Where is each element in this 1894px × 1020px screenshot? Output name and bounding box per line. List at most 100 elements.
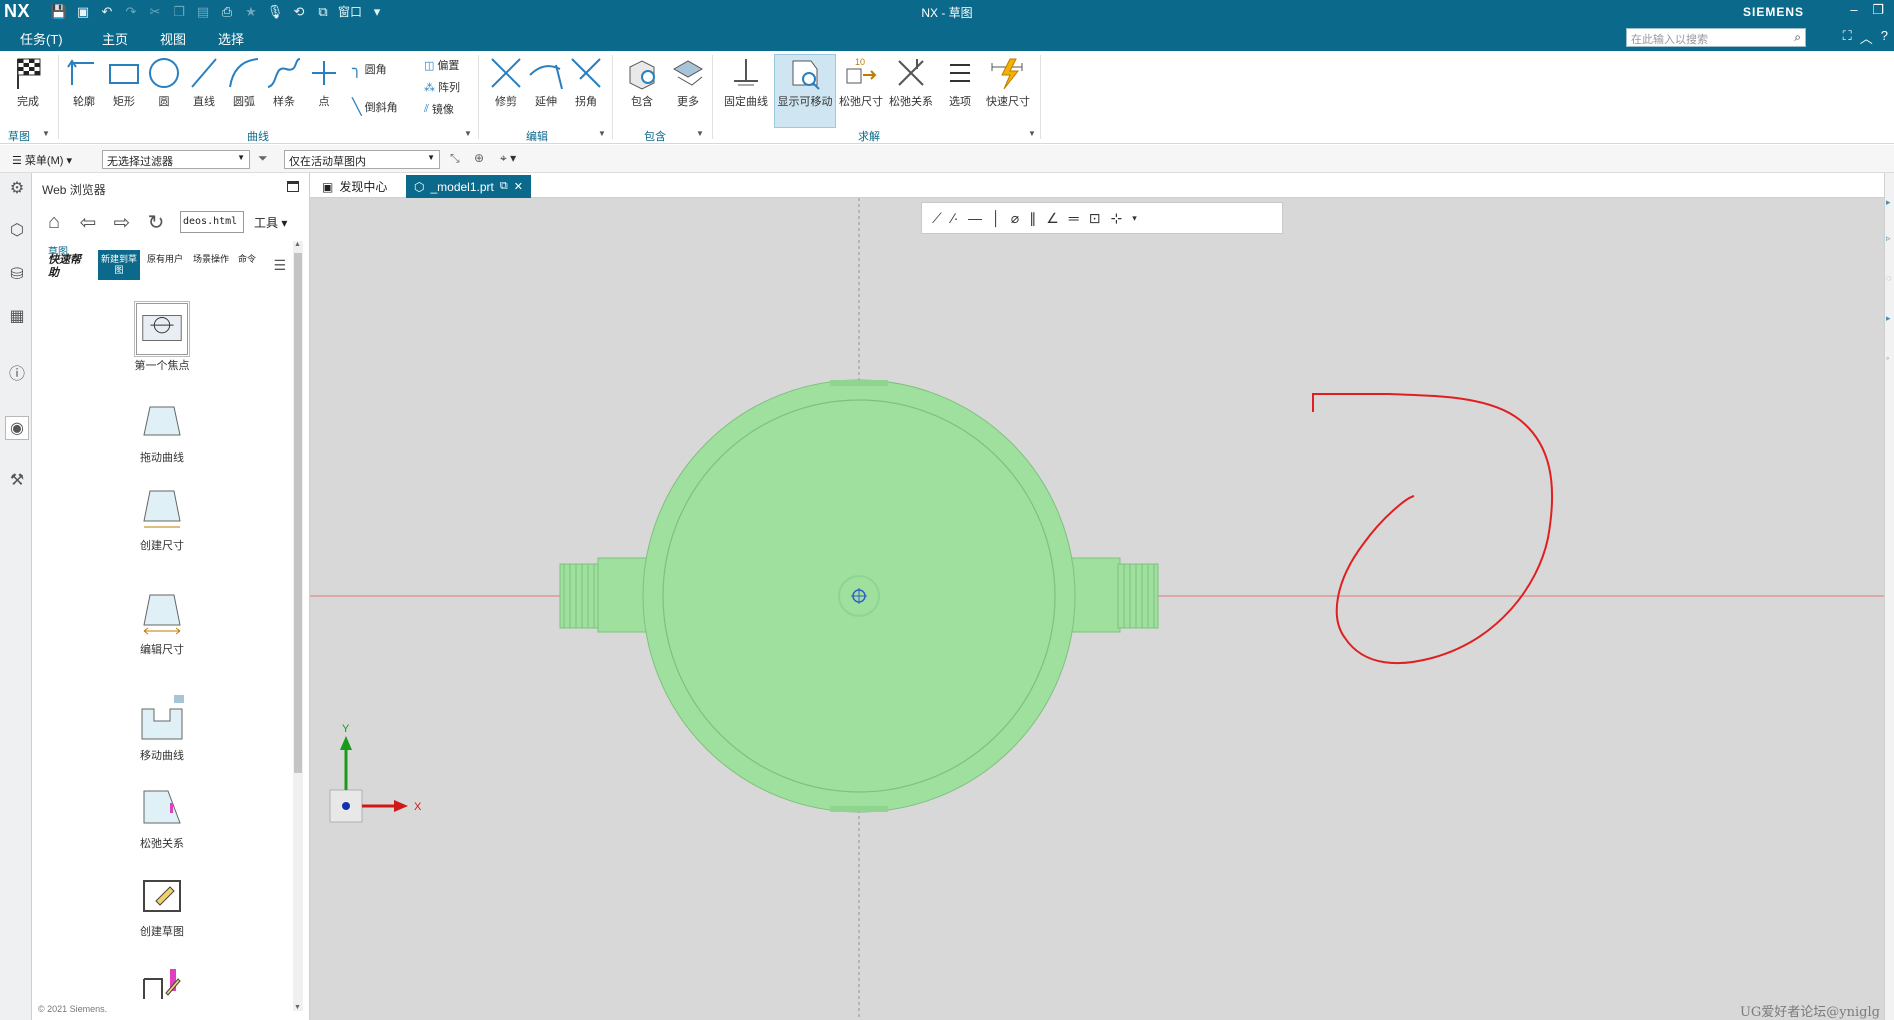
chip-existing-users[interactable]: 原有用户 bbox=[144, 250, 186, 280]
help-item-create-sketch[interactable]: 创建草图 bbox=[122, 869, 202, 939]
chip-new-to-sketch[interactable]: 新建到草图 bbox=[98, 250, 140, 280]
rapid-dimension-button[interactable]: 快速尺寸 bbox=[982, 55, 1034, 109]
chevron-down-icon[interactable]: ▼ bbox=[1028, 129, 1036, 138]
select-all-icon[interactable]: ⊕ bbox=[474, 151, 484, 165]
more-button[interactable]: 更多 bbox=[666, 55, 710, 109]
chamfer-button[interactable]: ╲ 倒斜角 bbox=[352, 97, 398, 117]
options-button[interactable]: 选项 bbox=[940, 55, 980, 109]
close-icon[interactable]: ✕ bbox=[514, 180, 523, 193]
rectangle-button[interactable]: 矩形 bbox=[104, 55, 144, 109]
relax-relations-button[interactable]: 松弛关系 bbox=[886, 55, 936, 109]
relax-dimension-button[interactable]: 10 松弛尺寸 bbox=[838, 55, 884, 109]
side-icon[interactable]: ▸ bbox=[1886, 197, 1891, 208]
offset-button[interactable]: ◫ 偏置 bbox=[424, 57, 459, 73]
tab-model-part[interactable]: ⬡ _model1.prt ⧉ ✕ bbox=[406, 175, 531, 198]
gear-icon[interactable]: ⚙ bbox=[5, 177, 29, 201]
maximize-icon[interactable] bbox=[287, 181, 299, 192]
tab-home[interactable]: 主页 bbox=[102, 29, 129, 53]
home-icon[interactable]: ⌂ bbox=[42, 211, 66, 234]
sketch-scene[interactable]: Y X bbox=[310, 198, 1884, 1020]
mirror-button[interactable]: ⫽ 镜像 bbox=[424, 101, 454, 117]
tab-task[interactable]: 任务(T) bbox=[20, 29, 63, 48]
part-navigator-icon[interactable]: ⬡ bbox=[5, 219, 29, 243]
fullscreen-icon[interactable]: ⛶ bbox=[1843, 28, 1852, 47]
snap-icon[interactable]: ⤡ bbox=[450, 151, 460, 166]
chip-commands[interactable]: 命令 bbox=[236, 250, 258, 280]
help-icon[interactable]: ? bbox=[1881, 28, 1888, 47]
url-field[interactable]: deos.html bbox=[180, 211, 244, 233]
arc-button[interactable]: 圆弧 bbox=[224, 55, 264, 109]
point-button[interactable]: 点 bbox=[304, 55, 344, 109]
trim-button[interactable]: 修剪 bbox=[486, 55, 526, 109]
filter-reset-icon[interactable]: ⏷ bbox=[258, 151, 268, 166]
scroll-up-icon[interactable]: ▲ bbox=[294, 241, 301, 248]
minimize-button[interactable]: – bbox=[1846, 2, 1862, 18]
forward-icon[interactable]: ⇨ bbox=[110, 210, 134, 235]
pattern-button[interactable]: ⁂ 阵列 bbox=[424, 79, 460, 95]
chip-scene-ops[interactable]: 场景操作 bbox=[190, 250, 232, 280]
corner-button[interactable]: 拐角 bbox=[566, 55, 606, 109]
type-filter-select[interactable]: 无选择过滤器 ▼ bbox=[102, 150, 250, 169]
fillet-button[interactable]: ╮ 圆角 bbox=[352, 59, 387, 79]
tab-select[interactable]: 选择 bbox=[218, 29, 244, 48]
reuse-library-icon[interactable]: ▦ bbox=[5, 305, 29, 329]
help-item-drag-curve[interactable]: 拖动曲线 bbox=[122, 395, 202, 465]
side-icon[interactable]: ◌ bbox=[1886, 273, 1891, 283]
assembly-navigator-icon[interactable]: ⛁ bbox=[5, 263, 29, 287]
restore-button[interactable]: ❐ bbox=[1870, 2, 1886, 18]
chevron-down-icon[interactable]: ▼ bbox=[464, 129, 472, 138]
command-search-input[interactable]: 在此输入以搜索 ⌕ bbox=[1626, 28, 1806, 47]
back-icon[interactable]: ⇦ bbox=[76, 210, 100, 235]
help-item-edit-dimension[interactable]: 编辑尺寸 bbox=[132, 587, 192, 657]
tangent-icon[interactable]: ⌀ bbox=[1011, 210, 1019, 227]
perpendicular-icon[interactable]: ∠ bbox=[1046, 210, 1059, 227]
main-menu-button[interactable]: ☰ 菜单(M) ▾ bbox=[12, 152, 72, 168]
finish-sketch-button[interactable]: 完成 bbox=[6, 55, 50, 109]
chevron-down-icon[interactable]: ▾ bbox=[1132, 213, 1137, 224]
tools-menu[interactable]: 工具 ▾ bbox=[254, 214, 287, 231]
scroll-thumb[interactable] bbox=[294, 253, 302, 773]
tab-view[interactable]: 视图 bbox=[160, 29, 186, 48]
menu-icon[interactable]: ☰ bbox=[273, 257, 286, 274]
profile-button[interactable]: 轮廓 bbox=[64, 55, 104, 109]
parallel-icon[interactable]: ∥ bbox=[1029, 210, 1036, 227]
help-item-next[interactable] bbox=[122, 959, 202, 1015]
help-item-first-focus[interactable]: 第一个焦点 bbox=[122, 303, 202, 373]
midpoint-icon[interactable]: ⊹ bbox=[1110, 210, 1122, 227]
help-item-create-dimension[interactable]: 创建尺寸 bbox=[132, 483, 192, 553]
red-sketch-curve[interactable] bbox=[1312, 393, 1554, 665]
web-browser-icon[interactable]: ◉ bbox=[5, 416, 29, 440]
chevron-down-icon[interactable]: ▼ bbox=[42, 129, 50, 138]
fixed-length-icon[interactable]: ⊡ bbox=[1089, 210, 1101, 227]
line-button[interactable]: 直线 bbox=[184, 55, 224, 109]
side-icon[interactable]: ▸ bbox=[1886, 313, 1891, 324]
float-tab-icon[interactable]: ⧉ bbox=[500, 180, 508, 193]
extend-button[interactable]: 延伸 bbox=[526, 55, 566, 109]
chevron-down-icon[interactable]: ▼ bbox=[696, 129, 704, 138]
horizontal-icon[interactable]: — bbox=[968, 210, 982, 226]
collapse-ribbon-icon[interactable]: ︿ bbox=[1860, 28, 1873, 47]
selection-intent-icon[interactable]: ⌖ ▾ bbox=[500, 151, 516, 166]
scroll-down-icon[interactable]: ▼ bbox=[294, 1004, 301, 1011]
panel-scrollbar[interactable]: ▲ ▼ bbox=[293, 241, 303, 1011]
search-icon[interactable]: ⌕ bbox=[1794, 30, 1801, 45]
circle-button[interactable]: 圆 bbox=[144, 55, 184, 109]
spline-button[interactable]: 样条 bbox=[264, 55, 304, 109]
point-on-curve-icon[interactable]: ∕∙ bbox=[952, 210, 958, 226]
roles-icon[interactable]: ⚒ bbox=[5, 469, 29, 493]
help-item-relax-relations[interactable]: 松弛关系 bbox=[122, 781, 202, 851]
side-icon[interactable]: ◦ bbox=[1886, 353, 1889, 363]
selection-scope-select[interactable]: 仅在活动草图内 ▼ bbox=[284, 150, 440, 169]
vertical-icon[interactable]: │ bbox=[992, 210, 1001, 226]
include-button[interactable]: 包含 bbox=[620, 55, 664, 109]
chevron-down-icon[interactable]: ▼ bbox=[598, 129, 606, 138]
info-icon[interactable]: ⓘ bbox=[5, 363, 29, 387]
refresh-icon[interactable]: ↻ bbox=[144, 210, 168, 235]
side-icon[interactable]: ▹ bbox=[1886, 233, 1891, 244]
help-item-move-curve[interactable]: 移动曲线 bbox=[122, 693, 202, 763]
graphics-viewport[interactable]: Y X ⟋ ∕∙ — │ ⌀ ∥ ∠ ═ ⊡ ⊹ ▾ UG爱好者论坛@ynigl… bbox=[310, 198, 1884, 1020]
show-movable-button[interactable]: 显示可移动 bbox=[774, 54, 836, 128]
tab-discovery-center[interactable]: ▣ 发现中心 bbox=[314, 175, 395, 198]
coincident-icon[interactable]: ⟋ bbox=[932, 210, 942, 227]
fixed-curve-button[interactable]: 固定曲线 bbox=[720, 55, 772, 109]
